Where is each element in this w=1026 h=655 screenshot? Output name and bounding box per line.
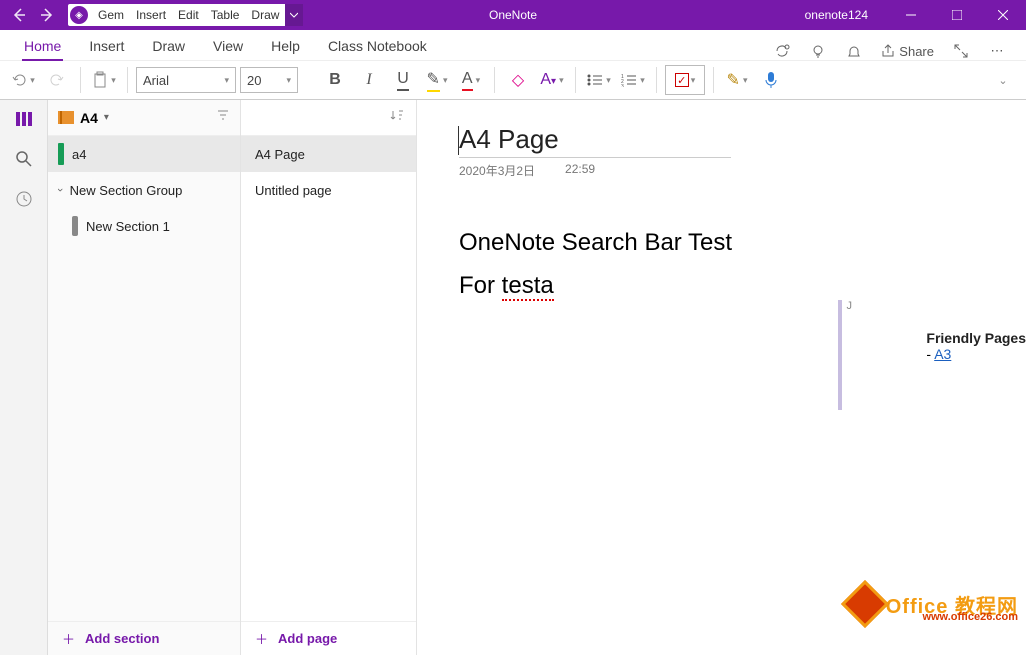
section-group[interactable]: › New Section Group — [48, 172, 240, 208]
font-color-button[interactable]: A — [456, 65, 486, 95]
format-toolbar: Arial 20 B I U ✎ A ◇ A▾ 123 ✓▾ ✎ ⌄ — [0, 60, 1026, 100]
chevron-down-icon: › — [54, 188, 66, 192]
sub-section-icon — [72, 216, 78, 236]
underline-button[interactable]: U — [388, 65, 418, 95]
title-bar: ◈ Gem Insert Edit Table Draw OneNote one… — [0, 0, 1026, 30]
page-time: 22:59 — [565, 162, 595, 179]
clear-formatting-button[interactable]: ◇ — [503, 65, 533, 95]
tab-home[interactable]: Home — [10, 32, 75, 60]
clipboard-button[interactable] — [89, 65, 119, 95]
quick-access-expand[interactable] — [285, 4, 303, 26]
tab-view[interactable]: View — [199, 32, 257, 60]
section-color-icon — [58, 143, 64, 165]
friendly-page-link[interactable]: A3 — [934, 346, 951, 362]
font-size-select[interactable]: 20 — [240, 67, 298, 93]
share-button[interactable]: Share — [881, 42, 934, 60]
bell-icon[interactable] — [845, 42, 863, 60]
maximize-button[interactable] — [934, 0, 980, 30]
number-list-button[interactable]: 123 — [618, 65, 648, 95]
todo-tag-button[interactable]: ✓▾ — [665, 65, 705, 95]
bullet-list-button[interactable] — [584, 65, 614, 95]
page-canvas[interactable]: A4 Page 2020年3月2日 22:59 OneNote Search B… — [417, 100, 1026, 655]
author-initial: J — [847, 300, 853, 312]
notebook-icon — [58, 111, 74, 124]
selection-bar — [838, 300, 842, 410]
tab-help[interactable]: Help — [257, 32, 314, 60]
tab-insert[interactable]: Insert — [75, 32, 138, 60]
gem-icon: ◈ — [70, 6, 88, 24]
lightbulb-icon[interactable] — [809, 42, 827, 60]
undo-button[interactable] — [8, 65, 38, 95]
add-section-button[interactable]: ＋ Add section — [48, 621, 240, 655]
styles-button[interactable]: A▾ — [537, 65, 567, 95]
tab-class-notebook[interactable]: Class Notebook — [314, 32, 441, 60]
highlight-button[interactable]: ✎ — [422, 65, 452, 95]
page-panel: A4 Page Untitled page ＋ Add page — [241, 100, 417, 655]
friendly-pages-panel: Friendly Pages - A3 — [926, 330, 1026, 362]
left-gutter — [0, 100, 48, 655]
ribbon-tabs: Home Insert Draw View Help Class Noteboo… — [0, 30, 1026, 60]
fullscreen-icon[interactable] — [952, 42, 970, 60]
plus-icon: ＋ — [62, 629, 75, 648]
page-date: 2020年3月2日 — [459, 162, 535, 179]
search-icon[interactable] — [15, 150, 33, 168]
close-button[interactable] — [980, 0, 1026, 30]
section-new-section-1[interactable]: New Section 1 — [48, 208, 240, 244]
dictate-button[interactable] — [756, 65, 786, 95]
section-panel: A4 ▾ a4 › New Section Group New Section … — [48, 100, 241, 655]
add-page-button[interactable]: ＋ Add page — [241, 621, 416, 655]
page-sort-icon[interactable] — [390, 108, 404, 127]
watermark: Office 教程网 www.office26.com — [848, 587, 1018, 621]
redo-button[interactable] — [42, 65, 72, 95]
toolbar-expand[interactable]: ⌄ — [988, 65, 1018, 95]
page-content[interactable]: OneNote Search Bar Test For testa — [459, 221, 984, 307]
page-title[interactable]: A4 Page — [459, 124, 731, 158]
forward-icon[interactable] — [40, 8, 54, 22]
section-a4[interactable]: a4 — [48, 136, 240, 172]
notebooks-icon[interactable] — [15, 110, 33, 128]
plus-icon: ＋ — [255, 629, 268, 648]
sync-icon[interactable] — [773, 42, 791, 60]
italic-button[interactable]: I — [354, 65, 384, 95]
recent-icon[interactable] — [15, 190, 33, 208]
tag-button[interactable]: ✎ — [722, 65, 752, 95]
page-item-untitled[interactable]: Untitled page — [241, 172, 416, 208]
gem-menu[interactable]: ◈ Gem Insert Edit Table Draw — [68, 4, 285, 26]
minimize-button[interactable] — [888, 0, 934, 30]
back-icon[interactable] — [12, 8, 26, 22]
sort-icon[interactable] — [216, 108, 230, 127]
notebook-selector[interactable]: A4 ▾ — [48, 100, 240, 136]
page-item-a4[interactable]: A4 Page — [241, 136, 416, 172]
more-icon[interactable]: ⋯ — [988, 42, 1006, 60]
user-name[interactable]: onenote124 — [785, 8, 888, 22]
font-select[interactable]: Arial — [136, 67, 236, 93]
tab-draw[interactable]: Draw — [138, 32, 199, 60]
svg-text:3: 3 — [621, 84, 624, 87]
bold-button[interactable]: B — [320, 65, 350, 95]
